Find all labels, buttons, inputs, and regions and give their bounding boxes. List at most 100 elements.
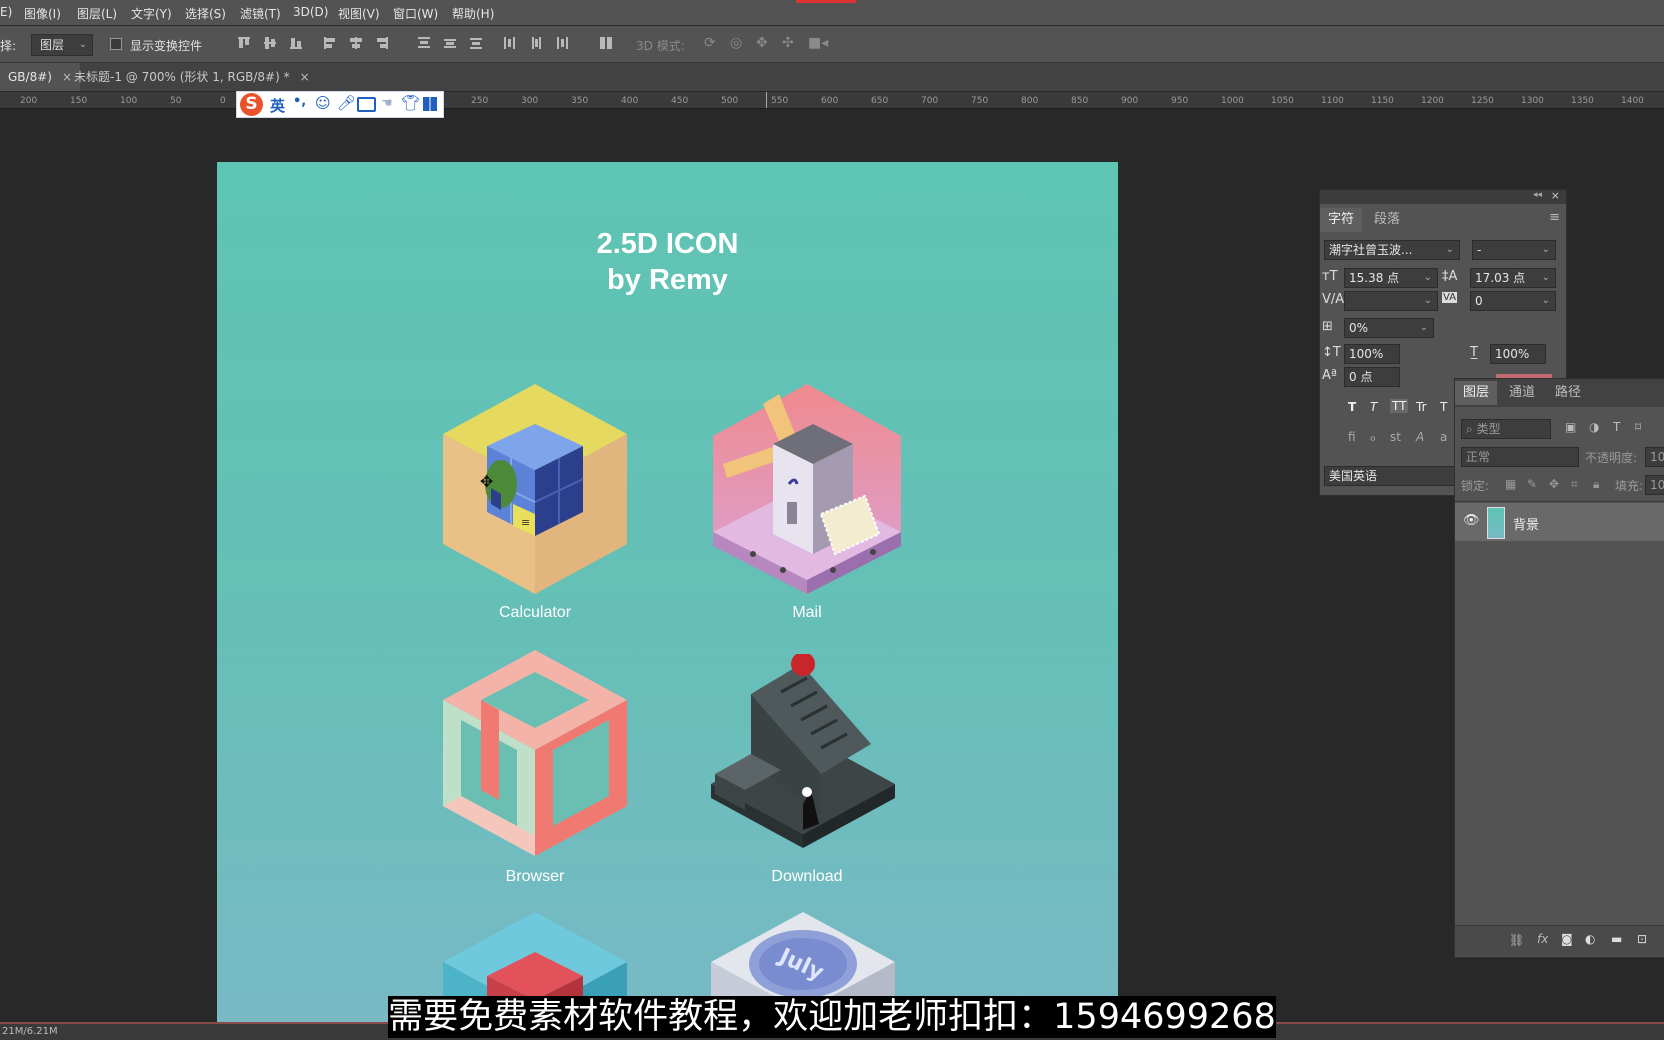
distribute-vcenter-icon[interactable] xyxy=(442,35,458,51)
3d-roll-icon[interactable]: ◎ xyxy=(730,35,742,51)
ime-toolbar[interactable]: S 英 •, ☺ 🎤︎ ☚ 👕︎ xyxy=(236,91,444,118)
distribute-left-icon[interactable] xyxy=(502,35,518,51)
keyboard-icon[interactable] xyxy=(357,97,376,112)
menu-window[interactable]: 窗口(W) xyxy=(393,5,438,22)
font-size-icon: ᴛT xyxy=(1322,269,1338,284)
font-family-select[interactable]: 潮字社曾玉波... ⌄ xyxy=(1324,240,1460,260)
fx-icon[interactable]: fx xyxy=(1537,932,1548,946)
tab-channels[interactable]: 通道 xyxy=(1501,381,1543,405)
document-canvas[interactable]: 2.5D ICON by Remy ≡ Calculator Mail Brow… xyxy=(217,162,1118,1022)
layer-row-background[interactable]: 👁︎ 背景 xyxy=(1455,503,1664,541)
filter-shape-icon[interactable]: ⌑ xyxy=(1635,420,1641,434)
close-icon[interactable]: × xyxy=(300,70,310,84)
auto-align-icon[interactable] xyxy=(598,35,614,51)
superscript-button[interactable]: T xyxy=(1440,400,1447,414)
ime-lang-toggle[interactable]: 英 xyxy=(270,95,285,116)
faux-bold-button[interactable]: T xyxy=(1348,400,1356,414)
discretionary-ligature-button[interactable]: st xyxy=(1390,430,1401,444)
download-stairs-icon xyxy=(711,654,895,848)
close-icon[interactable]: × xyxy=(1551,189,1560,202)
menu-3d[interactable]: 3D(D) xyxy=(293,5,328,19)
distribute-hcenter-icon[interactable] xyxy=(528,35,544,51)
ligatures-button[interactable]: fi xyxy=(1348,430,1356,444)
menu-layer[interactable]: 图层(L) xyxy=(77,5,117,22)
kerning-field[interactable]: ⌄ xyxy=(1344,291,1438,311)
add-mask-icon[interactable]: ◙ xyxy=(1561,932,1573,946)
all-caps-button[interactable]: TT xyxy=(1390,399,1409,413)
sogou-logo-icon[interactable]: S xyxy=(240,93,263,116)
collapse-icon[interactable]: ◂◂ xyxy=(1533,190,1542,200)
align-left-icon[interactable] xyxy=(322,35,338,51)
align-top-icon[interactable] xyxy=(236,35,252,51)
baseline-shift-field[interactable]: 0 点 xyxy=(1344,367,1400,387)
tab-paths[interactable]: 路径 xyxy=(1547,381,1589,405)
lock-all-icon[interactable]: 🔒︎ xyxy=(1593,477,1599,492)
old-style-button[interactable]: ℴ xyxy=(1370,430,1376,444)
language-value: 美国英语 xyxy=(1329,469,1378,483)
align-bottom-icon[interactable] xyxy=(288,35,304,51)
menu-select[interactable]: 选择(S) xyxy=(185,5,226,22)
blend-mode-select[interactable]: 正常 xyxy=(1461,447,1579,467)
eye-visibility-icon[interactable]: 👁︎ xyxy=(1463,513,1480,528)
filter-adjustment-icon[interactable]: ◑ xyxy=(1589,420,1599,434)
lock-paint-icon[interactable]: ✎ xyxy=(1527,477,1537,491)
new-layer-icon[interactable]: ⊡ xyxy=(1637,932,1647,946)
3d-slide-icon[interactable]: ✣ xyxy=(782,35,794,51)
small-caps-button[interactable]: Tr xyxy=(1416,400,1427,414)
3d-pan-icon[interactable]: ✥ xyxy=(756,35,768,51)
tab-layers[interactable]: 图层 xyxy=(1455,381,1498,405)
tracking-field[interactable]: 0 ⌄ xyxy=(1470,291,1556,311)
tab-document-2[interactable]: 未标题-1 @ 700% (形状 1, RGB/8#) * × xyxy=(66,63,318,91)
lock-transparent-icon[interactable]: ▦ xyxy=(1505,477,1516,491)
ruler-tick: 500 xyxy=(721,96,739,106)
distribute-bottom-icon[interactable] xyxy=(468,35,484,51)
3d-orbit-icon[interactable]: ⟳ xyxy=(704,35,716,51)
link-layers-icon[interactable]: ⛓︎ xyxy=(1509,933,1524,947)
align-right-icon[interactable] xyxy=(374,35,390,51)
font-size-field[interactable]: 15.38 点 ⌄ xyxy=(1344,268,1438,288)
distribute-right-icon[interactable] xyxy=(554,35,570,51)
faux-italic-button[interactable]: T xyxy=(1370,400,1377,414)
show-transform-checkbox[interactable] xyxy=(110,38,122,50)
vertical-scale-field[interactable]: 100% xyxy=(1344,344,1400,364)
menu-help[interactable]: 帮助(H) xyxy=(452,5,494,22)
hand-icon[interactable]: ☚ xyxy=(381,96,393,111)
align-vcenter-icon[interactable] xyxy=(262,35,278,51)
emoji-icon[interactable]: ☺ xyxy=(315,94,331,112)
language-select[interactable]: 美国英语 xyxy=(1324,466,1456,486)
3d-scale-icon[interactable]: ■◂ xyxy=(808,35,828,51)
menu-image[interactable]: 图像(I) xyxy=(24,5,61,22)
swash-button[interactable]: A xyxy=(1416,430,1424,444)
panel-menu-icon[interactable]: ≡ xyxy=(1549,210,1560,225)
auto-select-dropdown[interactable]: 图层 ⌄ xyxy=(31,34,93,56)
skin-shirt-icon[interactable]: 👕︎ xyxy=(401,94,420,112)
layer-name[interactable]: 背景 xyxy=(1513,514,1539,533)
ime-punct-toggle[interactable]: •, xyxy=(293,94,306,109)
tab-character[interactable]: 字符 xyxy=(1320,208,1363,232)
menu-view[interactable]: 视图(V) xyxy=(338,5,380,22)
adjustment-layer-icon[interactable]: ◐ xyxy=(1585,932,1595,946)
menu-edit[interactable]: E) xyxy=(0,5,12,19)
tsume-field[interactable]: 0% ⌄ xyxy=(1344,318,1434,338)
opacity-field[interactable]: 10 xyxy=(1645,447,1664,467)
stylistic-button[interactable]: a xyxy=(1440,430,1447,444)
distribute-top-icon[interactable] xyxy=(416,35,432,51)
opacity-label: 不透明度: xyxy=(1585,451,1638,465)
lock-position-icon[interactable]: ✥ xyxy=(1549,477,1559,491)
fill-field[interactable]: 10 xyxy=(1645,475,1664,495)
tab-paragraph[interactable]: 段落 xyxy=(1366,208,1408,232)
filter-type-icon[interactable]: T xyxy=(1613,420,1620,434)
microphone-icon[interactable]: 🎤︎ xyxy=(337,94,356,112)
menu-type[interactable]: 文字(Y) xyxy=(131,5,172,22)
menu-filter[interactable]: 滤镜(T) xyxy=(240,5,281,22)
horizontal-scale-field[interactable]: 100% xyxy=(1490,344,1546,364)
toolbox-grid-icon[interactable] xyxy=(423,97,437,111)
filter-image-icon[interactable]: ▣ xyxy=(1565,420,1576,434)
search-icon: ⌕ xyxy=(1466,422,1477,436)
layer-filter-select[interactable]: ⌕ 类型 xyxy=(1461,419,1551,439)
align-hcenter-icon[interactable] xyxy=(348,35,364,51)
new-group-folder-icon[interactable]: ▬ xyxy=(1611,932,1622,946)
lock-artboard-icon[interactable]: ⌗ xyxy=(1571,477,1578,492)
font-style-select[interactable]: - ⌄ xyxy=(1472,240,1556,260)
leading-field[interactable]: 17.03 点 ⌄ xyxy=(1470,268,1556,288)
